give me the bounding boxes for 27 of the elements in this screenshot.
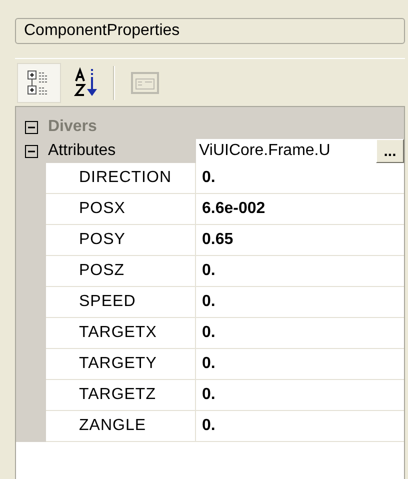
collapse-icon[interactable] (24, 144, 38, 158)
property-name: ZANGLE (46, 411, 196, 442)
ellipsis-button[interactable]: ... (376, 139, 404, 163)
property-value[interactable]: 0. (196, 318, 404, 349)
property-value[interactable]: 0. (196, 411, 404, 442)
categorized-button[interactable] (17, 62, 61, 102)
property-pages-icon (131, 72, 159, 94)
object-selector[interactable]: ComponentProperties (15, 18, 405, 44)
property-name: DIRECTION (46, 163, 196, 194)
property-value[interactable]: ViUICore.Frame.U (196, 139, 376, 163)
property-name: POSY (46, 225, 196, 256)
property-name: POSX (46, 194, 196, 225)
property-name: TARGETX (46, 318, 196, 349)
property-value[interactable]: 6.6e-002 (196, 194, 404, 225)
property-value[interactable]: 0. (196, 163, 404, 194)
category-label: Divers (47, 117, 98, 137)
property-name: TARGETZ (46, 380, 196, 411)
property-value[interactable]: 0. (196, 349, 404, 380)
property-value[interactable]: 0. (196, 380, 404, 411)
property-name: SPEED (46, 287, 196, 318)
property-value[interactable]: 0.65 (196, 225, 404, 256)
sort-az-icon (74, 66, 100, 98)
property-name: POSZ (46, 256, 196, 287)
property-value[interactable]: 0. (196, 287, 404, 318)
category-label: Attributes (47, 141, 117, 161)
property-value[interactable]: 0. (196, 256, 404, 287)
property-name: TARGETY (46, 349, 196, 380)
